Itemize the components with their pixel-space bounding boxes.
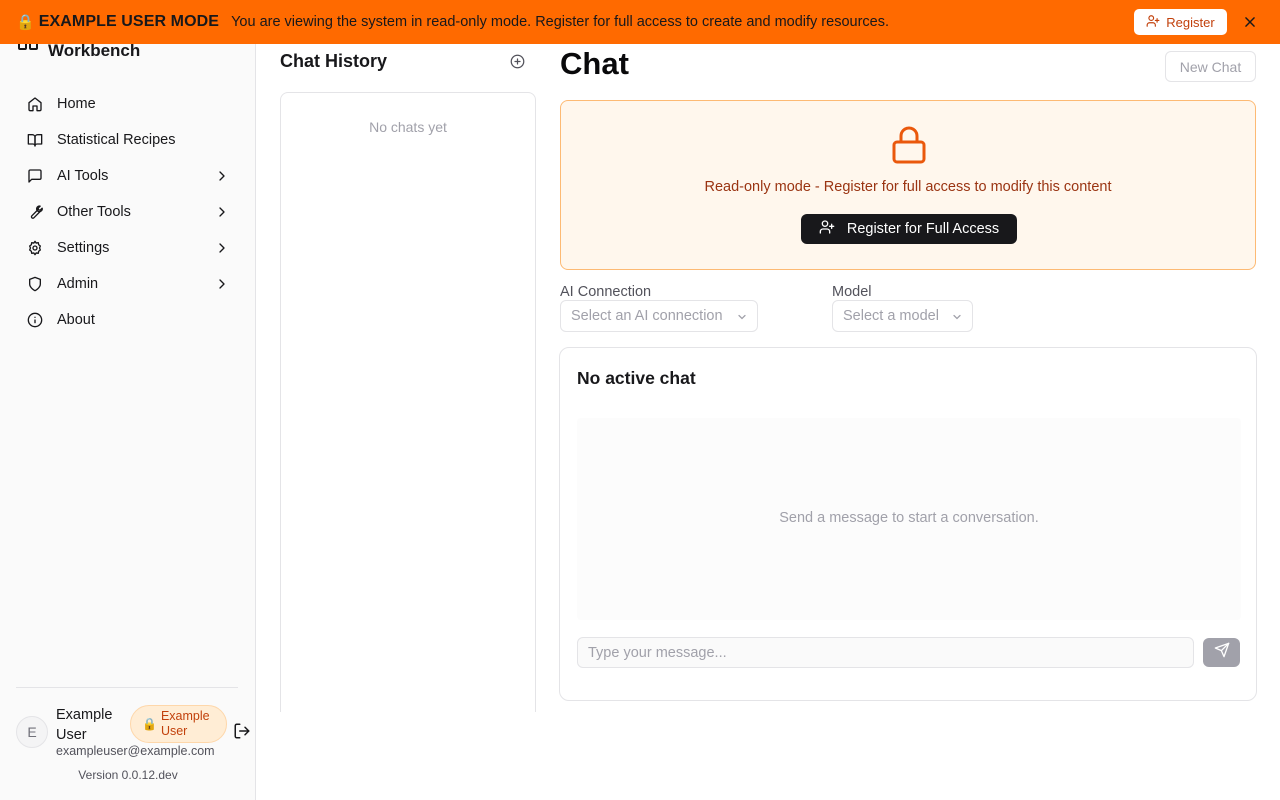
readonly-notice: Read-only mode - Register for full acces…: [560, 100, 1256, 270]
avatar[interactable]: E: [16, 716, 48, 748]
banner-register-label: Register: [1166, 14, 1215, 30]
ai-connection-placeholder: Select an AI connection: [571, 308, 723, 324]
chat-panel: No active chat Send a message to start a…: [559, 347, 1257, 701]
role-badge: 🔒 Example User: [130, 705, 227, 743]
chevron-right-icon[interactable]: [214, 240, 230, 260]
chat-history-empty: No chats yet: [369, 119, 447, 135]
sidebar-item-ai-tools[interactable]: AI Tools: [16, 158, 240, 194]
sidebar-item-home[interactable]: Home: [16, 86, 240, 122]
sidebar-item-label: About: [57, 312, 95, 328]
version-label: Version 0.0.12.dev: [78, 768, 178, 782]
example-mode-banner: 🔒 EXAMPLE USER MODE You are viewing the …: [0, 0, 1280, 44]
sidebar: Workbench Home Statistical Recipes AI To…: [0, 0, 256, 800]
sidebar-item-label: Admin: [57, 276, 99, 292]
sidebar-item-label: Statistical Recipes: [57, 132, 176, 148]
ai-connection-select[interactable]: Select an AI connection: [560, 300, 758, 332]
banner-register-button[interactable]: Register: [1134, 9, 1227, 35]
sidebar-item-label: Home: [57, 96, 96, 112]
sidebar-item-label: Settings: [57, 240, 110, 256]
register-full-access-label: Register for Full Access: [846, 221, 1000, 237]
message-input-placeholder: Type your message...: [588, 644, 727, 661]
logout-icon[interactable]: [233, 722, 251, 745]
sidebar-item-label: AI Tools: [57, 168, 109, 184]
brand-name[interactable]: Workbench: [48, 41, 140, 61]
lock-icon: [891, 125, 927, 170]
chevron-down-icon: [951, 311, 963, 327]
model-select[interactable]: Select a model: [832, 300, 973, 332]
role-badge-label: Example User: [160, 709, 210, 738]
lock-icon: 🔒: [142, 716, 157, 731]
sidebar-item-admin[interactable]: Admin: [16, 266, 240, 302]
model-label: Model: [832, 284, 872, 300]
message-square-icon: [26, 167, 44, 185]
sidebar-item-label: Other Tools: [57, 204, 131, 220]
send-icon: [1214, 642, 1230, 663]
info-icon: [26, 311, 44, 329]
message-area[interactable]: Send a message to start a conversation.: [577, 418, 1241, 620]
user-plus-icon: [1146, 14, 1160, 31]
gear-icon: [26, 239, 44, 257]
readonly-message: Read-only mode - Register for full acces…: [704, 179, 1112, 195]
sidebar-divider: [16, 687, 238, 688]
chat-title: No active chat: [577, 368, 696, 388]
chat-history-list: No chats yet: [280, 92, 536, 712]
sidebar-item-statistical-recipes[interactable]: Statistical Recipes: [16, 122, 240, 158]
sidebar-item-other-tools[interactable]: Other Tools: [16, 194, 240, 230]
user-name: Example User: [56, 707, 113, 743]
user-email: exampleuser@example.com: [56, 744, 215, 758]
chevron-down-icon: [736, 311, 748, 327]
chat-history-title: Chat History: [280, 51, 388, 71]
sidebar-item-about[interactable]: About: [16, 302, 240, 338]
new-chat-button[interactable]: New Chat: [1165, 51, 1256, 82]
x-icon[interactable]: [1240, 12, 1260, 32]
shield-icon: [26, 275, 44, 293]
user-plus-icon: [819, 219, 835, 239]
message-input[interactable]: Type your message...: [577, 637, 1194, 668]
book-icon: [26, 131, 44, 149]
home-icon: [26, 95, 44, 113]
ai-connection-label: AI Connection: [560, 284, 652, 300]
chat-empty-message: Send a message to start a conversation.: [779, 510, 1039, 526]
model-placeholder: Select a model: [843, 308, 939, 324]
banner-title: EXAMPLE USER MODE: [38, 13, 220, 30]
sidebar-nav: Home Statistical Recipes AI Tools Other …: [16, 86, 240, 338]
chevron-right-icon[interactable]: [214, 276, 230, 296]
chevron-right-icon[interactable]: [214, 168, 230, 188]
send-button[interactable]: [1203, 638, 1240, 667]
plus-circle-icon[interactable]: [510, 54, 525, 74]
wrench-icon: [26, 203, 44, 221]
lock-icon: 🔒: [16, 14, 35, 31]
register-full-access-button[interactable]: Register for Full Access: [801, 214, 1017, 244]
sidebar-item-settings[interactable]: Settings: [16, 230, 240, 266]
chevron-right-icon[interactable]: [214, 204, 230, 224]
banner-message: You are viewing the system in read-only …: [231, 14, 889, 30]
page-title: Chat: [560, 46, 629, 81]
